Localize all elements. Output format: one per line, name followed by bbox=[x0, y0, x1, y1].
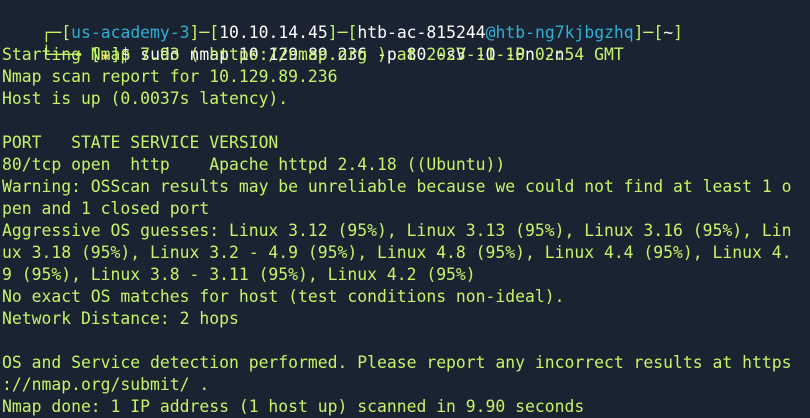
output-line: Aggressive OS guesses: Linux 3.12 (95%),… bbox=[2, 221, 792, 240]
output-line: 80/tcp open http Apache httpd 2.4.18 ((U… bbox=[2, 155, 506, 174]
prompt-separator: ─ bbox=[643, 23, 654, 42]
output-line: No exact OS matches for host (test condi… bbox=[2, 287, 565, 306]
output-line: Network Distance: 2 hops bbox=[2, 309, 239, 328]
output-line: ux 3.18 (95%), Linux 3.2 - 4.9 (95%), Li… bbox=[2, 243, 792, 262]
prompt-command-line[interactable]: └──╼ [★]$ sudo nmap 10.129.89.236 -p 80 … bbox=[2, 22, 564, 64]
prompt-bracket: ] bbox=[673, 23, 684, 42]
output-line: ://nmap.org/submit/ . bbox=[2, 375, 210, 394]
prompt-bracket: ] bbox=[633, 23, 644, 42]
output-line: OS and Service detection performed. Plea… bbox=[2, 353, 792, 372]
output-line: PORT STATE SERVICE VERSION bbox=[2, 133, 279, 152]
prompt-header-line: ┌─[us-academy-3]─[10.10.14.45]─[htb-ac-8… bbox=[2, 0, 683, 42]
output-line: 9 (95%), Linux 3.8 - 3.11 (95%), Linux 4… bbox=[2, 265, 476, 284]
output-line: Warning: OSScan results may be unreliabl… bbox=[2, 177, 792, 196]
prompt-bracket: [ bbox=[653, 23, 664, 42]
output-line: Nmap done: 1 IP address (1 host up) scan… bbox=[2, 397, 585, 416]
output-line: Nmap scan report for 10.129.89.236 bbox=[2, 67, 338, 86]
prompt-directory: ~ bbox=[663, 23, 674, 42]
terminal-window[interactable]: ┌─[us-academy-3]─[10.10.14.45]─[htb-ac-8… bbox=[0, 0, 810, 418]
output-line: pen and 1 closed port bbox=[2, 199, 210, 218]
output-line: Starting Nmap 7.93 ( https://nmap.org ) … bbox=[2, 45, 624, 64]
output-line: Host is up (0.0037s latency). bbox=[2, 89, 289, 108]
